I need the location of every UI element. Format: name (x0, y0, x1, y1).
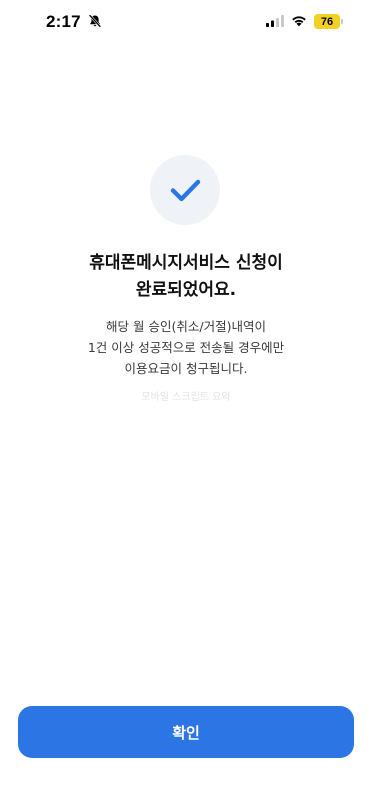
status-time: 2:17 (46, 12, 81, 31)
screen: 2:17 76 휴대폰메시지서비스 신청이 완료되었어요. 해당 월 승인(취소… (0, 0, 372, 800)
title-line-2: 완료되었어요. (135, 280, 237, 300)
signal-icon (266, 15, 284, 27)
check-icon (170, 179, 201, 202)
silent-bell-icon (88, 14, 102, 28)
watermark: 모바일 스크립트 요약 (141, 392, 231, 403)
battery-icon: 76 (314, 14, 340, 29)
battery-level: 76 (320, 15, 334, 28)
battery-cap (341, 19, 343, 24)
confirm-button[interactable]: 확인 (18, 706, 354, 758)
desc-line-2: 1건 이상 성공적으로 전송될 경우에만 (87, 340, 285, 355)
billing-description: 해당 월 승인(취소/거절)내역이 1건 이상 성공적으로 전송될 경우에만 이… (0, 316, 372, 379)
completion-title: 휴대폰메시지서비스 신청이 완료되었어요. (0, 250, 372, 304)
title-line-1: 휴대폰메시지서비스 신청이 (89, 253, 283, 273)
status-bar: 2:17 76 (0, 0, 372, 44)
desc-line-3: 이용요금이 청구됩니다. (124, 361, 248, 376)
wifi-icon (292, 16, 306, 27)
desc-line-1: 해당 월 승인(취소/거절)내역이 (106, 319, 266, 334)
success-badge (150, 155, 220, 225)
